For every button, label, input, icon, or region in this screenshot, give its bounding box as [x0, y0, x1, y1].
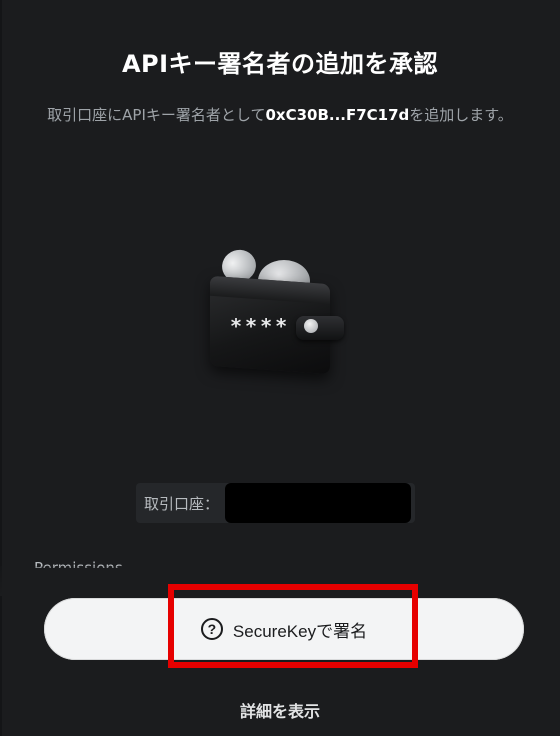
- wallet-illustration: ****: [200, 245, 350, 376]
- wallet-strap: [296, 316, 344, 340]
- trading-account-value-redacted: [225, 483, 412, 523]
- wallet-clasp-icon: [304, 319, 318, 333]
- sign-with-securekey-button[interactable]: ? SecureKeyで署名: [44, 598, 524, 660]
- window-edge: [0, 0, 2, 736]
- dialog-title: APIキー署名者の追加を承認: [121, 50, 439, 78]
- description-prefix: 取引口座にAPIキー署名者として: [47, 106, 266, 124]
- trading-account-label: 取引口座：: [144, 494, 220, 513]
- wallet-password-mask: ****: [230, 314, 291, 338]
- signer-address: 0xC30B...F7C17d: [265, 106, 410, 124]
- sign-button-label: SecureKeyで署名: [232, 621, 368, 641]
- description-suffix: を追加します。: [409, 106, 513, 124]
- scroll-fade: [0, 566, 560, 596]
- dialog-description: 取引口座にAPIキー署名者として0xC30B...F7C17dを追加します。: [30, 102, 530, 128]
- show-details-link[interactable]: 詳細を表示: [0, 698, 560, 722]
- trading-account-chip: 取引口座：: [136, 483, 416, 523]
- question-circle-icon: ?: [200, 618, 223, 640]
